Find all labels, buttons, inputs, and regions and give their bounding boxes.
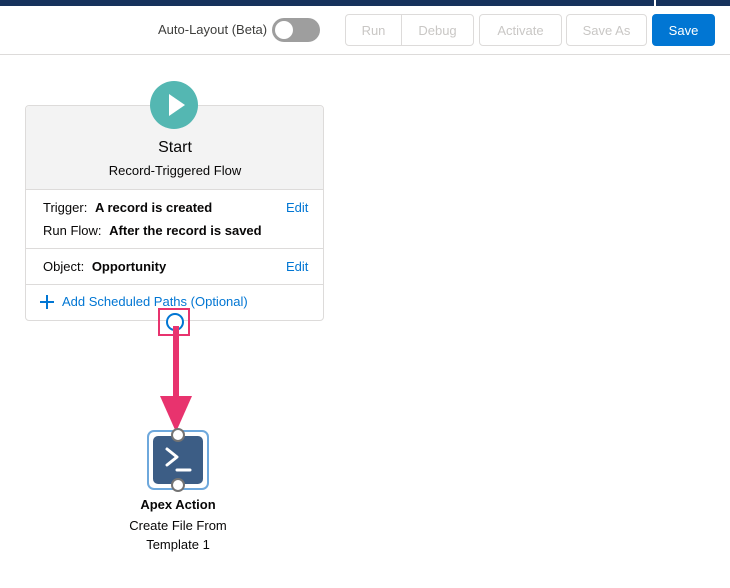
apex-action-description: Create File From Template 1 [0, 516, 356, 554]
add-scheduled-paths-label: Add Scheduled Paths (Optional) [62, 294, 248, 309]
start-subtitle: Record-Triggered Flow [108, 163, 242, 178]
apex-input-port[interactable] [171, 428, 185, 442]
trigger-value: A record is created [94, 200, 213, 215]
apex-action-description-line2: Template 1 [146, 537, 210, 552]
auto-layout-toggle[interactable] [272, 18, 320, 42]
edit-trigger-link[interactable]: Edit [286, 200, 308, 215]
trigger-label: Trigger: [43, 200, 88, 215]
activate-button[interactable]: Activate [479, 14, 562, 46]
play-icon [150, 81, 198, 129]
object-value: Opportunity [91, 259, 167, 274]
add-scheduled-paths-link[interactable]: Add Scheduled Paths (Optional) [40, 294, 248, 310]
toolbar: Auto-Layout (Beta) Run Debug Activate Sa… [0, 6, 730, 55]
run-flow-row: Run Flow: After the record is saved [43, 223, 262, 238]
run-flow-label: Run Flow: [43, 223, 102, 238]
object-label: Object: [43, 259, 85, 274]
save-as-button[interactable]: Save As [566, 14, 647, 46]
card-divider [26, 284, 323, 285]
save-button[interactable]: Save [652, 14, 715, 46]
run-flow-value: After the record is saved [109, 223, 262, 238]
apex-action-description-line1: Create File From [129, 518, 227, 533]
apex-action-title: Apex Action [140, 497, 216, 512]
start-title: Start [158, 139, 192, 156]
debug-button[interactable]: Debug [401, 14, 474, 46]
plus-icon [40, 295, 56, 310]
edit-object-link[interactable]: Edit [286, 259, 308, 274]
card-divider [26, 248, 323, 249]
trigger-row: Trigger: A record is created [43, 200, 212, 215]
toggle-knob [275, 21, 293, 39]
apex-output-port[interactable] [171, 478, 185, 492]
annotation-arrow [160, 326, 192, 432]
auto-layout-label: Auto-Layout (Beta) [158, 22, 268, 37]
run-button[interactable]: Run [345, 14, 402, 46]
flow-builder-canvas: Auto-Layout (Beta) Run Debug Activate Sa… [0, 0, 730, 588]
apex-terminal-icon [153, 436, 203, 484]
object-row: Object: Opportunity [43, 259, 166, 274]
